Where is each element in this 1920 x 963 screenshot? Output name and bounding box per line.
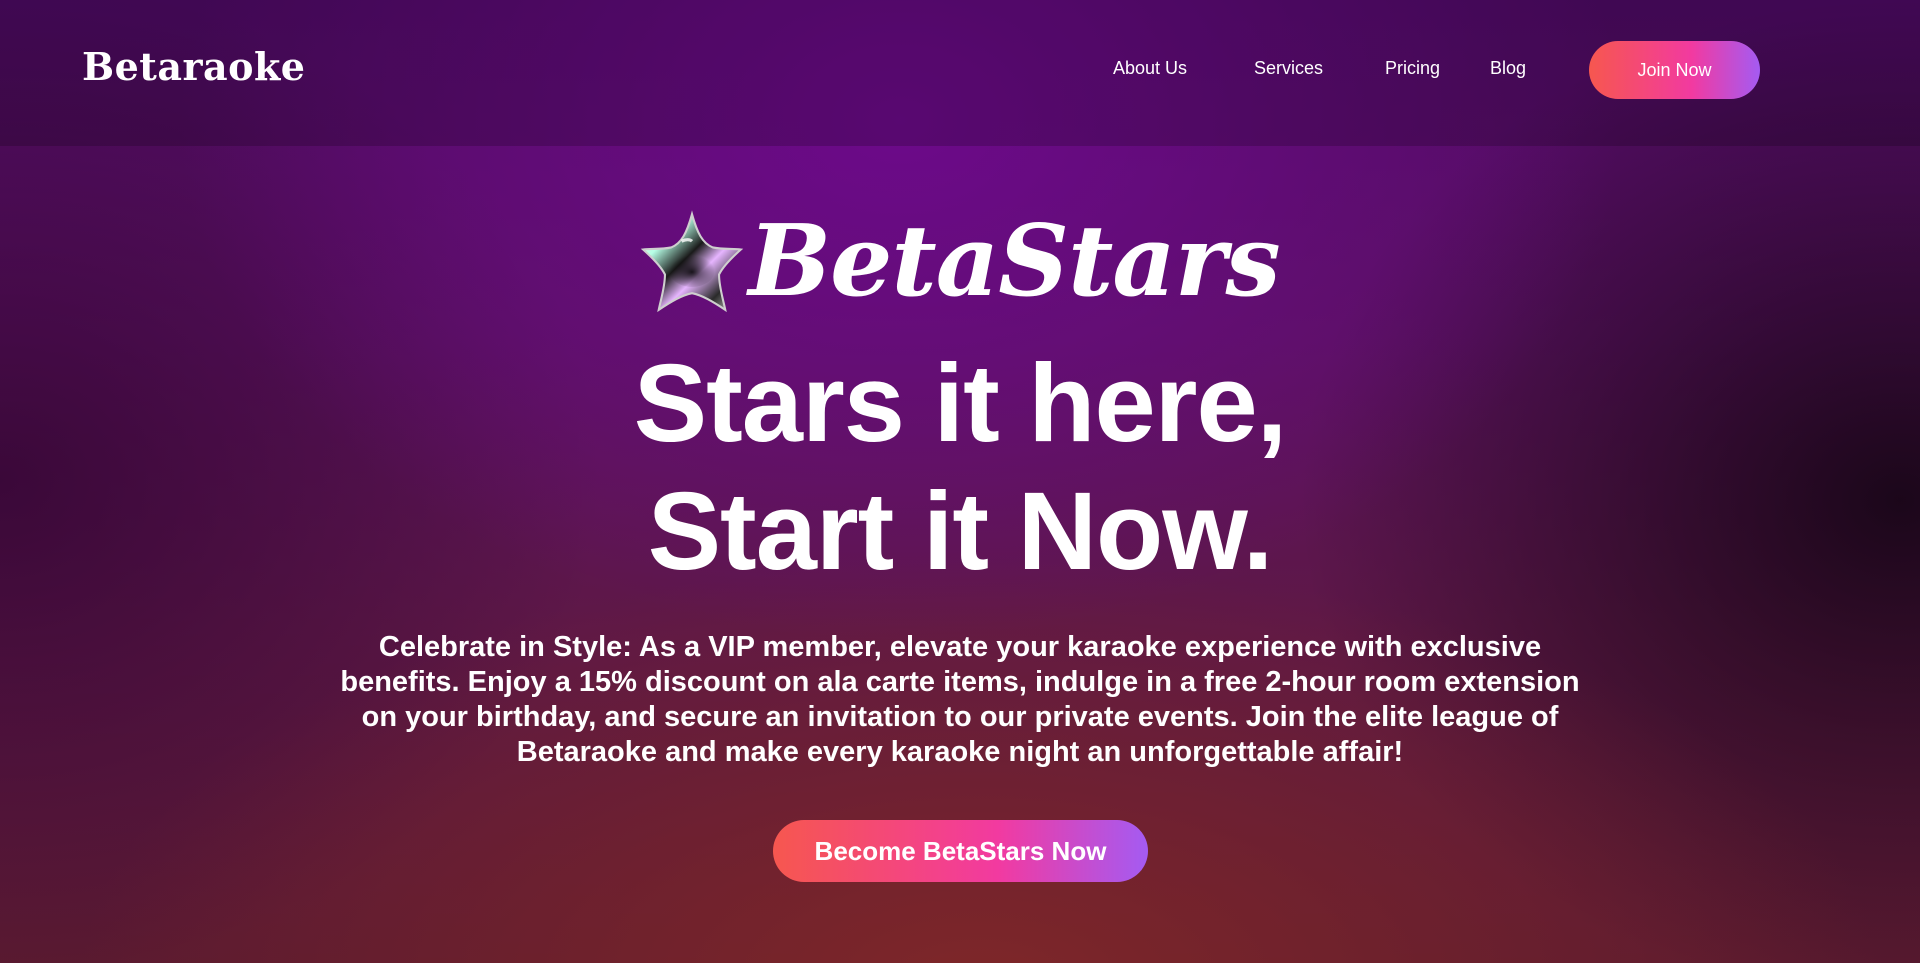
hero-headline: Stars it here, Start it Now. bbox=[0, 340, 1920, 596]
chrome-star-icon bbox=[641, 210, 744, 313]
headline-line-2: Start it Now. bbox=[647, 470, 1274, 593]
headline-line-1: Stars it here, bbox=[633, 342, 1287, 465]
hero-description: Celebrate in Style: As a VIP member, ele… bbox=[340, 631, 1580, 768]
brand-name: BetaStars bbox=[748, 204, 1280, 319]
nav-link-pricing[interactable]: Pricing bbox=[1385, 58, 1440, 79]
brand-title: BetaStars bbox=[0, 210, 1920, 314]
nav-link-about-us[interactable]: About Us bbox=[1113, 58, 1187, 79]
nav-link-services[interactable]: Services bbox=[1254, 58, 1323, 79]
nav-link-blog[interactable]: Blog bbox=[1490, 58, 1526, 79]
become-betastars-button[interactable]: Become BetaStars Now bbox=[773, 820, 1148, 882]
join-now-button[interactable]: Join Now bbox=[1589, 41, 1760, 99]
site-logo[interactable]: Betaraoke bbox=[82, 44, 305, 89]
